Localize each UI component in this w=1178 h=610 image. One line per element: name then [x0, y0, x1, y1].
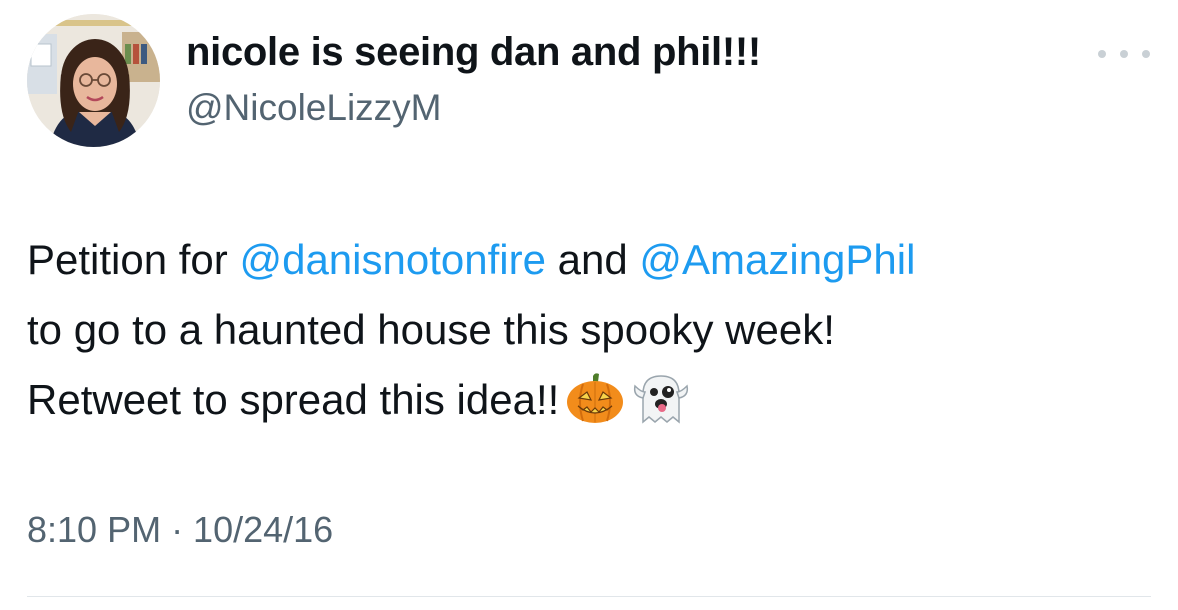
- ghost-icon: [631, 372, 691, 424]
- tweet-card: nicole is seeing dan and phil!!! @Nicole…: [0, 0, 1178, 610]
- profile-photo: [27, 14, 160, 147]
- mention-link-amazingphil[interactable]: @AmazingPhil: [639, 236, 915, 283]
- tweet-line-2: to go to a haunted house this spooky wee…: [27, 306, 835, 353]
- ellipsis-dot: [1098, 50, 1106, 58]
- user-handle[interactable]: @NicoleLizzyM: [186, 87, 442, 129]
- ellipsis-icon[interactable]: [1098, 42, 1150, 66]
- tweet-line-3: Retweet to spread this idea!!: [27, 365, 1147, 435]
- tweet-text: Petition for @danisnotonfire and @Amazin…: [27, 225, 1147, 435]
- text-segment: Petition for: [27, 236, 240, 283]
- jack-o-lantern-icon: [565, 372, 625, 424]
- avatar[interactable]: [27, 14, 160, 147]
- text-segment: Retweet to spread this idea!!: [27, 376, 560, 423]
- divider: [27, 596, 1151, 597]
- tweet-line-1: Petition for @danisnotonfire and @Amazin…: [27, 225, 1147, 295]
- text-segment: and: [545, 236, 640, 283]
- display-name[interactable]: nicole is seeing dan and phil!!!: [186, 30, 761, 75]
- mention-link-danisnotonfire[interactable]: @danisnotonfire: [239, 236, 546, 283]
- ellipsis-dot: [1142, 50, 1150, 58]
- tweet-timestamp[interactable]: 8:10 PM · 10/24/16: [27, 509, 333, 551]
- ellipsis-dot: [1120, 50, 1128, 58]
